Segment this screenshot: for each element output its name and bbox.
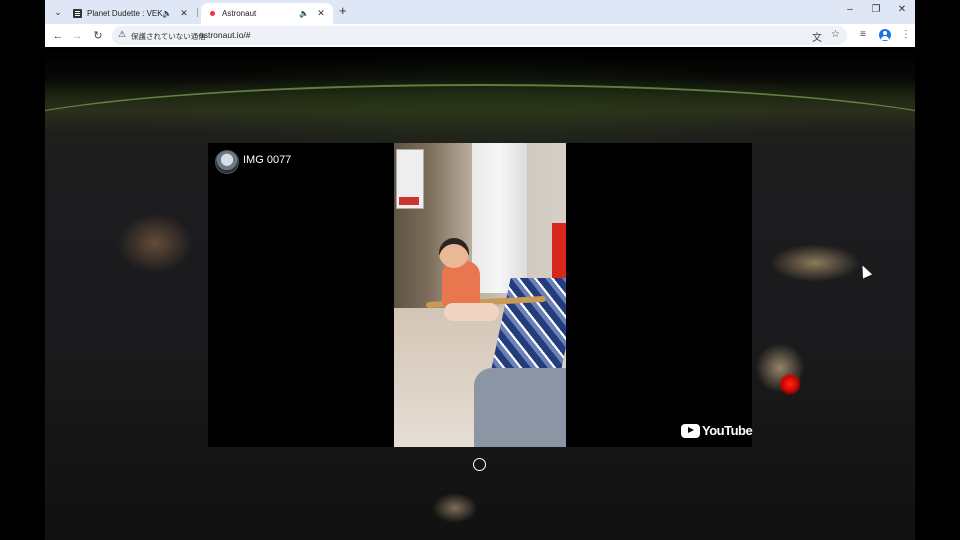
translate-icon[interactable]: 文 [812, 29, 822, 44]
tab-planet-dudette[interactable]: Planet Dudette : VEKTROID 🔈 ✕ [66, 3, 196, 24]
red-light-spot [779, 373, 801, 395]
tab-strip: ⌄ Planet Dudette : VEKTROID 🔈 ✕ Astronau… [45, 0, 915, 24]
address-bar[interactable]: ⚠ 保護されていない通信 astronaut.io/# 文 ☆ [112, 26, 847, 45]
speaker-icon[interactable]: 🔈 [299, 9, 311, 18]
video-baby-head [439, 238, 469, 268]
close-icon[interactable]: ✕ [315, 8, 327, 19]
forward-arrow-icon[interactable]: → [69, 28, 85, 44]
security-status[interactable]: 保護されていない通信 [131, 31, 206, 42]
tab-title: Astronaut [222, 9, 257, 18]
tab-title: Planet Dudette : VEKTROID [87, 9, 162, 18]
youtube-logo[interactable]: YouTube [681, 423, 753, 438]
document-icon [73, 9, 82, 18]
profile-avatar-icon[interactable] [879, 29, 891, 41]
youtube-play-icon [681, 423, 700, 438]
channel-avatar[interactable] [215, 150, 239, 174]
video-water-cooler [472, 143, 527, 293]
video-title[interactable]: IMG 0077 [243, 154, 291, 166]
bookmark-star-icon[interactable]: ☆ [831, 29, 840, 40]
left-letterbox [0, 0, 45, 540]
close-icon[interactable]: ✕ [178, 8, 190, 19]
restore-icon[interactable]: ❐ [869, 4, 883, 15]
video-blanket [474, 368, 566, 447]
kebab-menu-icon[interactable]: ⋮ [901, 29, 911, 40]
youtube-wordmark: YouTube [702, 423, 753, 438]
video-baby-legs [444, 303, 499, 321]
chevron-down-icon: ⌄ [54, 6, 62, 17]
tab-divider [197, 8, 198, 17]
warning-icon[interactable]: ⚠ [118, 29, 126, 40]
tab-astronaut[interactable]: Astronaut 🔈 ✕ [201, 3, 333, 24]
reload-icon[interactable]: ↻ [90, 28, 106, 44]
speaker-icon[interactable]: 🔈 [162, 9, 174, 18]
new-tab-button[interactable]: + [339, 4, 347, 18]
mouse-cursor-icon [857, 263, 873, 279]
earth-background: IMG 0077 YouTube [45, 48, 915, 540]
browser-toolbar: ← → ↻ ⚠ 保護されていない通信 astronaut.io/# 文 ☆ ≡ … [45, 24, 915, 47]
back-arrow-icon[interactable]: ← [50, 28, 66, 44]
right-letterbox [915, 0, 960, 540]
video-player[interactable]: IMG 0077 YouTube [208, 143, 753, 447]
media-controls-icon[interactable]: ≡ [860, 29, 866, 40]
video-red-bucket [552, 223, 566, 283]
window-close-icon[interactable]: ✕ [895, 4, 909, 15]
red-dot-icon [210, 11, 215, 16]
browser-window: ⌄ Planet Dudette : VEKTROID 🔈 ✕ Astronau… [45, 0, 915, 540]
minimize-icon[interactable]: – [843, 4, 857, 15]
tab-search-button[interactable]: ⌄ [50, 4, 66, 20]
url-text[interactable]: astronaut.io/# [199, 30, 251, 40]
video-frame[interactable] [394, 143, 566, 447]
loading-ring-icon [473, 458, 486, 471]
video-baby-body [442, 261, 480, 309]
video-poster [396, 149, 424, 209]
